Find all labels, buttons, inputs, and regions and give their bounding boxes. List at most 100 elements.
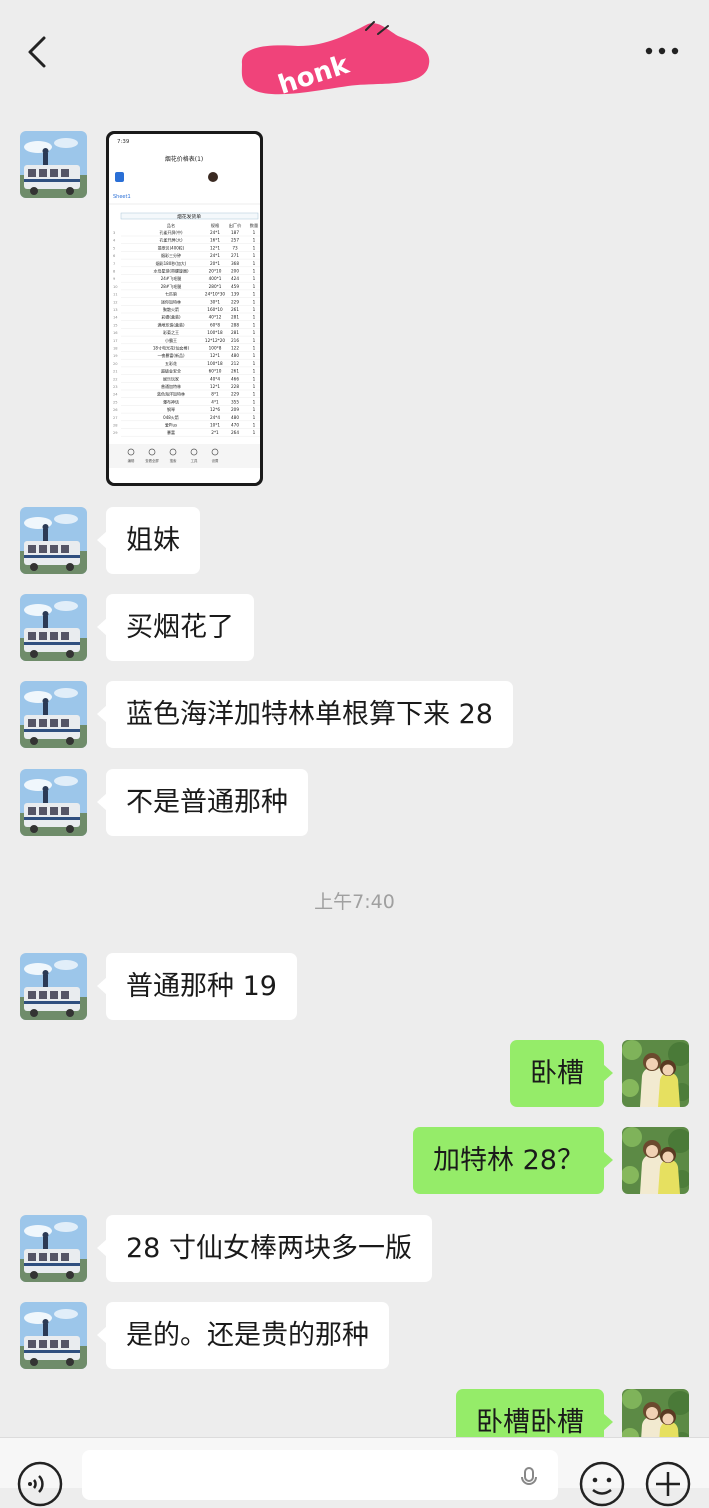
shot-cell: 1 — [253, 423, 256, 428]
shot-sheet-tab: Sheet1 — [113, 194, 131, 200]
shot-toolbar-label: 设置 — [212, 458, 219, 463]
shot-cell: 钢琴 — [167, 406, 175, 412]
shot-row-number: 22 — [113, 377, 118, 381]
shot-cell: 28#飞毛腿 — [161, 283, 181, 289]
doc-app-icon — [115, 172, 124, 182]
shot-cell: 30*1 — [210, 299, 220, 304]
shot-toolbar-label: 搜索 — [170, 458, 177, 463]
contact-avatar[interactable] — [20, 594, 87, 661]
message-bubble-incoming[interactable]: 普通那种 19 — [97, 953, 297, 1020]
message-bubble-outgoing[interactable]: 加特林 28？ — [413, 1127, 613, 1194]
contact-avatar[interactable] — [20, 1215, 87, 1282]
shot-cell: 1 — [253, 376, 256, 381]
shot-cell: 1 — [253, 353, 256, 358]
shot-cell: 16*1 — [210, 238, 220, 243]
shot-cell: 160*10 — [207, 307, 223, 312]
message-text: 卧槽 — [530, 1058, 584, 1089]
spreadsheet-screenshot: 7:39 烟花价格表(1) Sheet1 烟花发货单 品名 规格 出厂价 数量 3 孔雀… — [109, 134, 260, 483]
message-text: 蓝色海洋加特林单根算下来 28 — [126, 699, 493, 730]
shot-cell: 24*1 — [210, 253, 220, 258]
shot-cell: 1 — [253, 346, 256, 351]
shot-cell: 1 — [253, 284, 256, 289]
shot-cell: 1 — [253, 276, 256, 281]
message-bubble-incoming[interactable]: 买烟花了 — [97, 594, 254, 661]
shot-cell: 翡翠贝(400粒) — [158, 244, 185, 250]
message-bubble-incoming[interactable]: 蓝色海洋加特林单根算下来 28 — [97, 681, 513, 748]
contact-avatar[interactable] — [20, 769, 87, 836]
mic-icon[interactable] — [518, 1466, 540, 1488]
shot-row-number: 27 — [113, 416, 118, 420]
shot-column-header: 数量 — [250, 222, 258, 229]
shot-cell: 2*1 — [211, 430, 219, 435]
message-text: 不是普通那种 — [126, 787, 288, 818]
shot-cell: 229 — [231, 392, 239, 397]
shot-cell: 烟彩180秒(加大) — [156, 260, 187, 266]
shot-cell: 271 — [231, 253, 239, 258]
message-input[interactable] — [82, 1450, 558, 1500]
shot-row-number: 7 — [113, 262, 115, 266]
shot-avatar — [208, 172, 218, 182]
chevron-left-icon[interactable] — [24, 34, 54, 70]
shot-cell: 12*6 — [210, 407, 220, 412]
message-text: 28 寸仙女棒两块多一版 — [126, 1233, 412, 1264]
shot-cell: 122 — [231, 346, 239, 351]
contact-avatar[interactable] — [20, 953, 87, 1020]
shot-cell: 355 — [231, 399, 239, 404]
shot-row-number: 5 — [113, 246, 115, 250]
shot-cell: 139 — [231, 292, 239, 297]
shot-row-number: 13 — [113, 308, 118, 312]
shot-cell: 20*1 — [210, 261, 220, 266]
emoji-icon[interactable] — [578, 1460, 626, 1508]
shot-cell: 蓝色海洋加特林 — [157, 391, 185, 397]
shot-cell: 孔雀开屏(大) — [159, 237, 183, 243]
shot-row-number: 18 — [113, 347, 118, 351]
shot-cell: 迷你加特林 — [161, 298, 181, 304]
shot-cell: 聚散火箭 — [163, 306, 179, 312]
message-bubble-incoming[interactable]: 是的。还是贵的那种 — [97, 1302, 389, 1369]
plus-icon[interactable] — [644, 1460, 692, 1508]
shot-cell: 24*4 — [210, 415, 220, 420]
shot-cell: 400*1 — [209, 276, 222, 281]
my-avatar[interactable] — [622, 1127, 689, 1194]
shot-row-number: 26 — [113, 408, 118, 412]
shot-cell: 12*12*20 — [205, 338, 226, 343]
shot-cell: 小霸王 — [165, 337, 177, 343]
shot-cell: 1 — [253, 315, 256, 320]
message-timestamp: 上午7:40 — [314, 891, 395, 913]
shot-row-number: 15 — [113, 323, 118, 327]
contact-avatar[interactable] — [20, 1302, 87, 1369]
voice-icon[interactable] — [16, 1460, 64, 1508]
message-bubble-outgoing[interactable]: 卧槽 — [510, 1040, 613, 1107]
shot-cell: 1 — [253, 253, 256, 258]
contact-avatar[interactable] — [20, 681, 87, 748]
shot-row-number: 28 — [113, 424, 118, 428]
shot-cell: 229 — [231, 299, 239, 304]
shot-cell: 480 — [231, 415, 239, 420]
shared-image-message[interactable]: 7:39 烟花价格表(1) Sheet1 烟花发货单 品名 规格 出厂价 数量 3 孔雀… — [106, 131, 263, 486]
shot-row-number: 10 — [113, 285, 118, 289]
shot-toolbar-label: 工具 — [191, 458, 198, 463]
message-bubble-incoming[interactable]: 不是普通那种 — [97, 769, 308, 836]
shot-cell: 466 — [231, 376, 239, 381]
shot-cell: 1 — [253, 369, 256, 374]
shot-cell: 228 — [231, 384, 239, 389]
contact-avatar[interactable] — [20, 131, 87, 198]
message-bubble-incoming[interactable]: 28 寸仙女棒两块多一版 — [97, 1215, 432, 1282]
my-avatar[interactable] — [622, 1040, 689, 1107]
honk-sticker: honk — [241, 21, 430, 101]
message-text: 姐妹 — [126, 525, 180, 556]
shot-cell: 1 — [253, 307, 256, 312]
message-bubble-incoming[interactable]: 姐妹 — [97, 507, 200, 574]
shot-cell: 1 — [253, 238, 256, 243]
shot-cell: 彩菊之王 — [163, 329, 179, 335]
contact-avatar[interactable] — [20, 507, 87, 574]
chat-header: honk — [0, 0, 709, 101]
shot-cell: 孔雀开屏(中) — [159, 229, 183, 235]
shot-cell: 1 — [253, 361, 256, 366]
shot-row-number: 17 — [113, 339, 118, 343]
shot-cell: 187 — [231, 230, 239, 235]
shot-column-header: 出厂价 — [229, 222, 242, 229]
shot-toolbar-label: 查看全屏 — [145, 458, 159, 463]
shot-table-title: 烟花发货单 — [177, 213, 201, 220]
more-dots-icon[interactable] — [644, 46, 680, 56]
